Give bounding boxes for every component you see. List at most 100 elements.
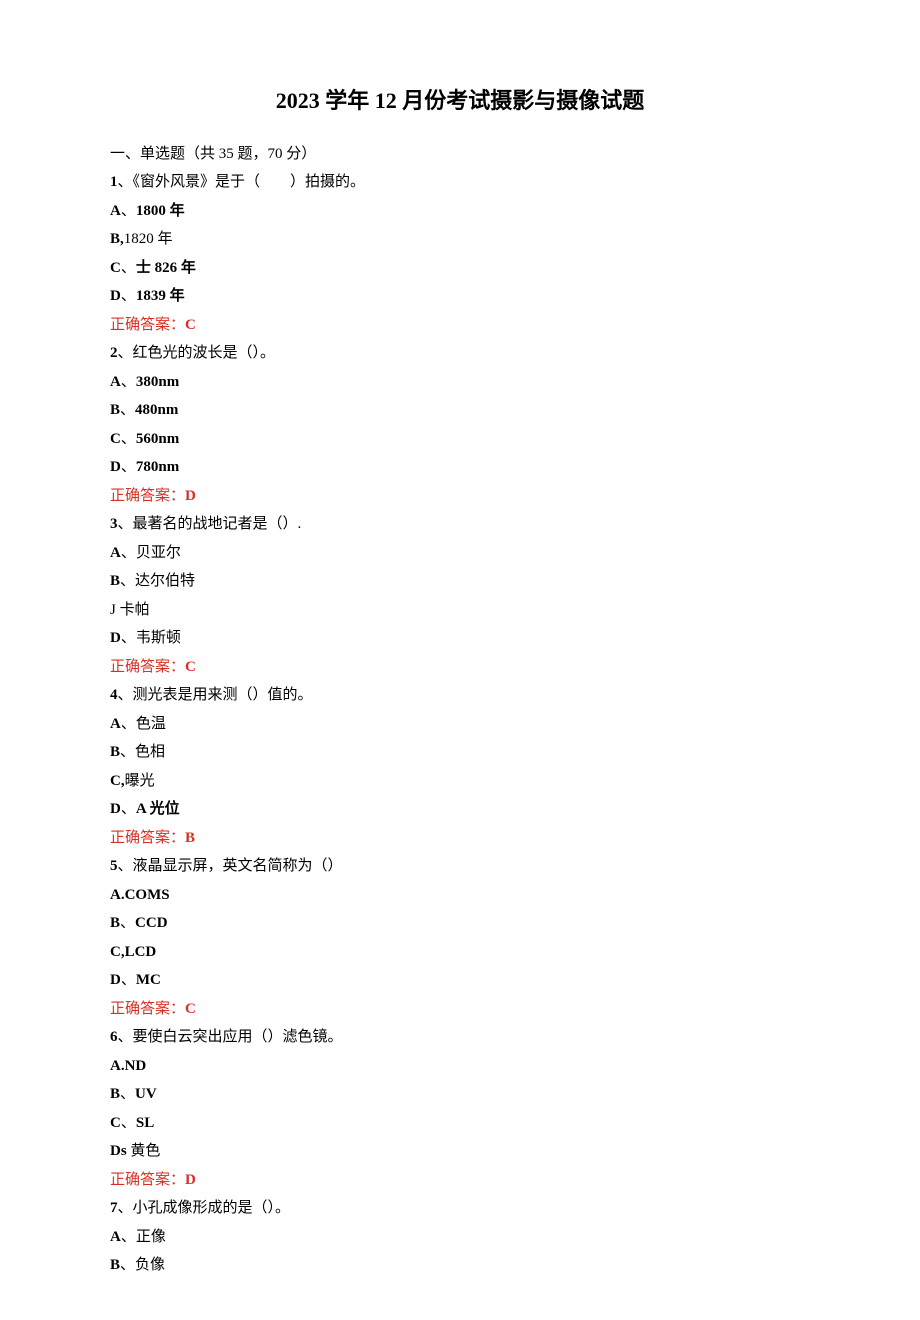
- option: D、韦斯顿: [110, 624, 810, 653]
- option-label: B: [110, 915, 120, 931]
- option-separator: 、: [121, 203, 136, 219]
- option: D、1839 年: [110, 282, 810, 311]
- option: D、780nm: [110, 453, 810, 482]
- option-text: 1800 年: [136, 203, 185, 219]
- option-label: B: [110, 573, 120, 589]
- option-label: C,: [110, 944, 125, 960]
- option-text: CCD: [135, 915, 168, 931]
- option-text: 560nm: [136, 431, 179, 447]
- option-label: A.: [110, 1058, 125, 1074]
- option: B、负像: [110, 1251, 810, 1280]
- option-separator: 、: [121, 972, 136, 988]
- correct-answer: 正确答案：C: [110, 311, 810, 340]
- option-text: 黄色: [130, 1143, 160, 1159]
- option-text: 380nm: [136, 374, 179, 390]
- answer-label: 正确答案：: [110, 1001, 185, 1017]
- question-text: 、小孔成像形成的是（）。: [118, 1200, 291, 1216]
- question-stem: 2、红色光的波长是（）。: [110, 339, 810, 368]
- option-label: B: [110, 1257, 120, 1273]
- option: B、CCD: [110, 909, 810, 938]
- option-separator: 、: [121, 545, 136, 561]
- option-text: 色相: [135, 744, 165, 760]
- option-separator: 、: [120, 1257, 135, 1273]
- option-label: A: [110, 374, 121, 390]
- section-header: 一、单选题（共 35 题，70 分）: [110, 140, 810, 169]
- option: A、正像: [110, 1223, 810, 1252]
- answer-label: 正确答案：: [110, 488, 185, 504]
- answer-value: C: [185, 317, 196, 333]
- option-text: 贝亚尔: [136, 545, 181, 561]
- option-separator: 、: [121, 801, 136, 817]
- question-number: 5: [110, 858, 118, 874]
- answer-value: B: [185, 830, 195, 846]
- option: B、480nm: [110, 396, 810, 425]
- option: B,1820 年: [110, 225, 810, 254]
- correct-answer: 正确答案：B: [110, 824, 810, 853]
- option-label: D: [110, 801, 121, 817]
- option-text: 色温: [136, 716, 166, 732]
- option-text: MC: [136, 972, 161, 988]
- option-separator: 、: [121, 288, 136, 304]
- option-text: SL: [136, 1115, 154, 1131]
- answer-label: 正确答案：: [110, 1172, 185, 1188]
- option: A、色温: [110, 710, 810, 739]
- option-separator: 、: [121, 716, 136, 732]
- option-separator: 、: [120, 402, 135, 418]
- question-stem: 3、最著名的战地记者是（）.: [110, 510, 810, 539]
- option-label: D: [110, 972, 121, 988]
- questions-container: 1、《窗外风景》是于（ ）拍摄的。A、1800 年B,1820 年C、士 826…: [110, 168, 810, 1280]
- option-label: B: [110, 402, 120, 418]
- option-separator: 、: [120, 915, 135, 931]
- answer-label: 正确答案：: [110, 317, 185, 333]
- option-text: 卡帕: [120, 602, 150, 618]
- option: D、A 光位: [110, 795, 810, 824]
- option: J 卡帕: [110, 596, 810, 625]
- option-label: C: [110, 260, 121, 276]
- option-separator: 、: [121, 1229, 136, 1245]
- option-label: D: [110, 459, 121, 475]
- option-text: LCD: [125, 944, 157, 960]
- question-text: 、《窗外风景》是于（ ）拍摄的。: [118, 174, 366, 190]
- option-label: A: [110, 203, 121, 219]
- question-text: 、红色光的波长是（）。: [118, 345, 276, 361]
- answer-value: D: [185, 1172, 196, 1188]
- option-separator: 、: [121, 1115, 136, 1131]
- option-separator: 、: [121, 374, 136, 390]
- option: C,曝光: [110, 767, 810, 796]
- option-separator: 、: [120, 1086, 135, 1102]
- question-stem: 7、小孔成像形成的是（）。: [110, 1194, 810, 1223]
- option-text: 曝光: [125, 773, 155, 789]
- option-text: ND: [125, 1058, 147, 1074]
- option-label: C: [110, 1115, 121, 1131]
- option-separator: 、: [120, 573, 135, 589]
- option-separator: 、: [121, 431, 136, 447]
- option: A、380nm: [110, 368, 810, 397]
- question-text: 、最著名的战地记者是（）.: [118, 516, 302, 532]
- option: A.ND: [110, 1052, 810, 1081]
- question-text: 、测光表是用来测（）值的。: [118, 687, 313, 703]
- option: B、达尔伯特: [110, 567, 810, 596]
- answer-value: D: [185, 488, 196, 504]
- option-label: A: [110, 1229, 121, 1245]
- question-stem: 1、《窗外风景》是于（ ）拍摄的。: [110, 168, 810, 197]
- option: C、士 826 年: [110, 254, 810, 283]
- option: A、1800 年: [110, 197, 810, 226]
- option-label: C,: [110, 773, 125, 789]
- option-text: COMS: [125, 887, 170, 903]
- option-label: A: [110, 545, 121, 561]
- question-text: 、要使白云突出应用（）滤色镜。: [118, 1029, 343, 1045]
- question-stem: 5、液晶显示屏，英文名简称为（）: [110, 852, 810, 881]
- option: A.COMS: [110, 881, 810, 910]
- question-number: 2: [110, 345, 118, 361]
- question-number: 7: [110, 1200, 118, 1216]
- option-text: 负像: [135, 1257, 165, 1273]
- question-text: 、液晶显示屏，英文名简称为（）: [118, 858, 343, 874]
- option-text: UV: [135, 1086, 157, 1102]
- option-label: Ds: [110, 1143, 130, 1159]
- option-separator: 、: [121, 260, 136, 276]
- option: A、贝亚尔: [110, 539, 810, 568]
- option-label: C: [110, 431, 121, 447]
- option-label: J: [110, 602, 120, 618]
- option: C,LCD: [110, 938, 810, 967]
- option: C、SL: [110, 1109, 810, 1138]
